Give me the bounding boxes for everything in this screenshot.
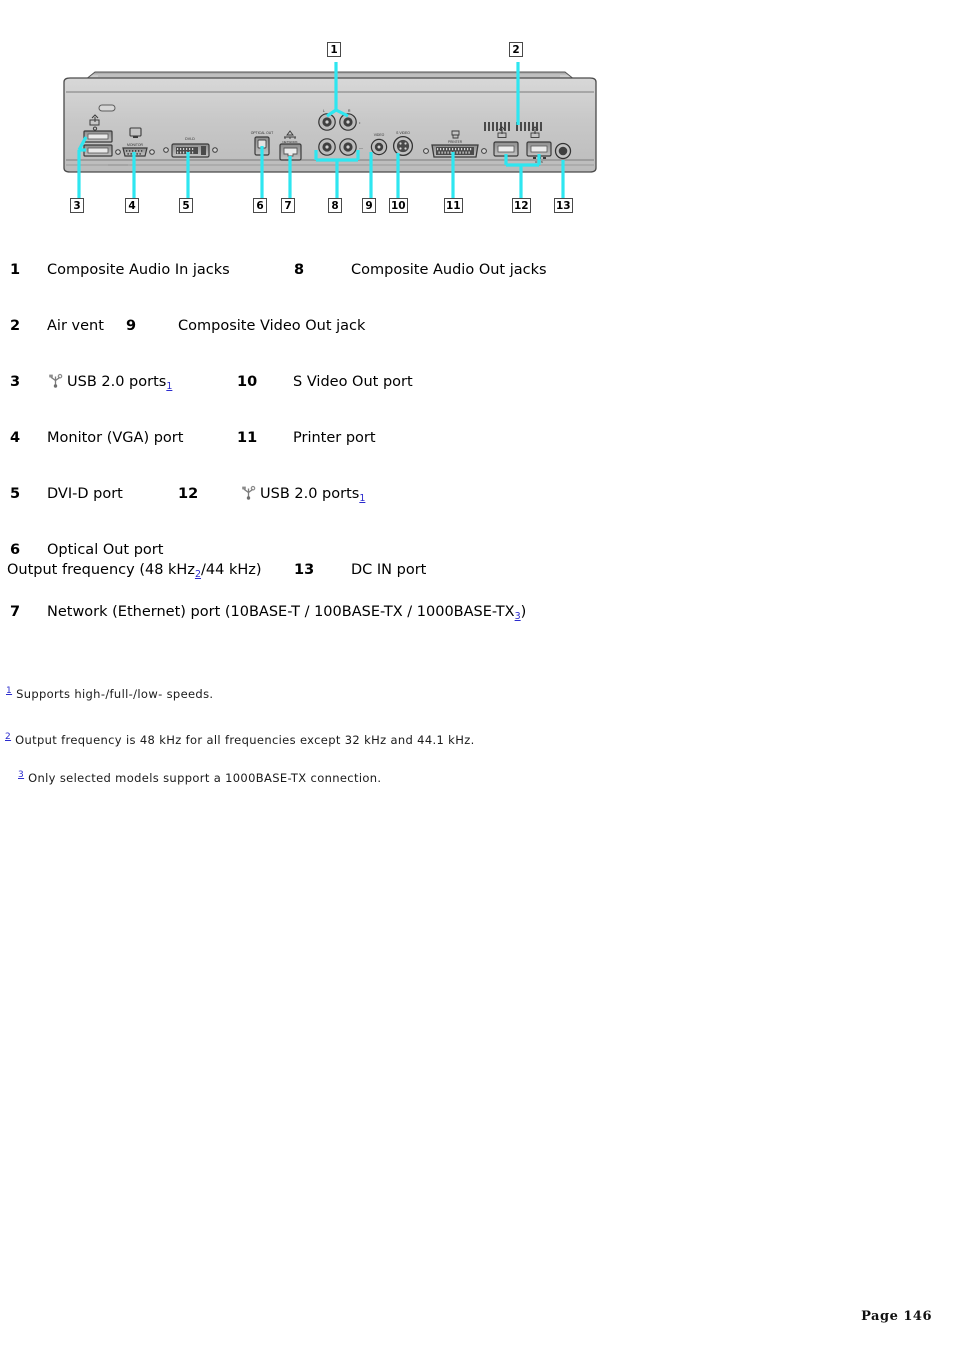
spec-row: 5 DVI-D port 12 USB 2.0 ports1: [0, 479, 700, 535]
spec-label-line2: Output frequency (48 kHz2/44 kHz): [7, 562, 262, 580]
spec-label: DVI-D port: [47, 486, 123, 502]
spec-label: Printer port: [293, 430, 376, 446]
footnote: 3 Only selected models support a 1000BAS…: [18, 770, 381, 785]
callout-box-2: 2: [509, 42, 523, 57]
footnote-ref[interactable]: 2: [195, 569, 201, 580]
svg-text:L: L: [323, 109, 325, 113]
svg-text:VIDEO: VIDEO: [374, 133, 385, 137]
callout-box-5: 5: [179, 198, 193, 213]
callout-box-4: 4: [125, 198, 139, 213]
spec-row: 6 Optical Out port Output frequency (48 kH…: [0, 535, 700, 597]
footnote-text: Only selected models support a 1000BASE-…: [24, 770, 382, 785]
callout-box-13: 13: [554, 198, 573, 213]
spec-number: 12: [178, 486, 199, 502]
spec-number: 6: [10, 542, 21, 558]
footnote-ref[interactable]: 1: [166, 381, 172, 392]
spec-number: 7: [10, 604, 21, 620]
spec-label: S Video Out port: [293, 374, 413, 390]
svg-text:S VIDEO: S VIDEO: [396, 131, 410, 135]
callout-box-8: 8: [328, 198, 342, 213]
spec-row: 1 Composite Audio In jacks 8 Composite Audi…: [0, 255, 700, 311]
svg-text:—: —: [359, 145, 363, 150]
spec-label: Monitor (VGA) port: [47, 430, 184, 446]
callout-box-9: 9: [362, 198, 376, 213]
svg-text:PRINTER: PRINTER: [448, 140, 463, 144]
s-video-out-port: S VIDEO: [392, 131, 414, 157]
callout-box-1: 1: [327, 42, 341, 57]
page-number: Page 146: [861, 1309, 932, 1324]
spec-row: 4 Monitor (VGA) port 11 Printer port: [0, 423, 700, 479]
spec-row: 3 USB 2.0 ports1 10 S Video Out port: [0, 367, 700, 423]
spec-label: DC IN port: [351, 562, 427, 578]
spec-label: USB 2.0 ports1: [47, 373, 172, 393]
callout-box-10: 10: [389, 198, 408, 213]
svg-text:OPTICAL OUT: OPTICAL OUT: [251, 131, 273, 135]
spec-label: Composite Audio Out jacks: [351, 262, 547, 278]
spec-label: Air vent: [47, 318, 104, 334]
svg-text:DVI-D: DVI-D: [185, 137, 195, 141]
footnote-ref[interactable]: 1: [359, 493, 365, 504]
footnote-text: Supports high-/full-/low- speeds.: [12, 686, 214, 701]
spec-row: 7 Network (Ethernet) port (10BASE-T / 100…: [0, 597, 700, 653]
svg-text:MONITOR: MONITOR: [127, 143, 143, 147]
spec-number: 13: [294, 562, 315, 578]
port-reference-list: 1 Composite Audio In jacks 8 Composite Audi…: [0, 255, 700, 653]
usb-icon: [49, 373, 63, 388]
spec-row: 2 Air vent 9 Composite Video Out jack: [0, 311, 700, 367]
docking-station-diagram: MONITOR DVI-D OPTICAL OUT NETWORK L R • …: [0, 0, 640, 240]
spec-number: 10: [237, 374, 258, 390]
callout-box-12: 12: [512, 198, 531, 213]
spec-label: Optical Out port: [47, 542, 164, 558]
spec-number: 1: [10, 262, 21, 278]
spec-label: USB 2.0 ports1: [240, 485, 365, 505]
spec-label: Composite Video Out jack: [178, 318, 366, 334]
footnote: 2 Output frequency is 48 kHz for all fre…: [5, 732, 475, 747]
callout-box-6: 6: [253, 198, 267, 213]
footnote-text: Output frequency is 48 kHz for all frequ…: [11, 732, 475, 747]
spec-label: Composite Audio In jacks: [47, 262, 230, 278]
spec-number: 2: [10, 318, 21, 334]
spec-number: 5: [10, 486, 21, 502]
callout-box-11: 11: [444, 198, 463, 213]
footnote-ref[interactable]: 3: [515, 611, 521, 622]
spec-number: 3: [10, 374, 21, 390]
spec-number: 9: [126, 318, 137, 334]
spec-label: Network (Ethernet) port (10BASE-T / 100B…: [47, 604, 527, 622]
footnote: 1 Supports high-/full-/low- speeds.: [6, 686, 213, 701]
callout-box-3: 3: [70, 198, 84, 213]
spec-number: 11: [237, 430, 258, 446]
spec-number: 8: [294, 262, 305, 278]
dc-in-port: [554, 142, 572, 160]
spec-number: 4: [10, 430, 21, 446]
callout-box-7: 7: [281, 198, 295, 213]
usb-icon: [242, 485, 256, 500]
